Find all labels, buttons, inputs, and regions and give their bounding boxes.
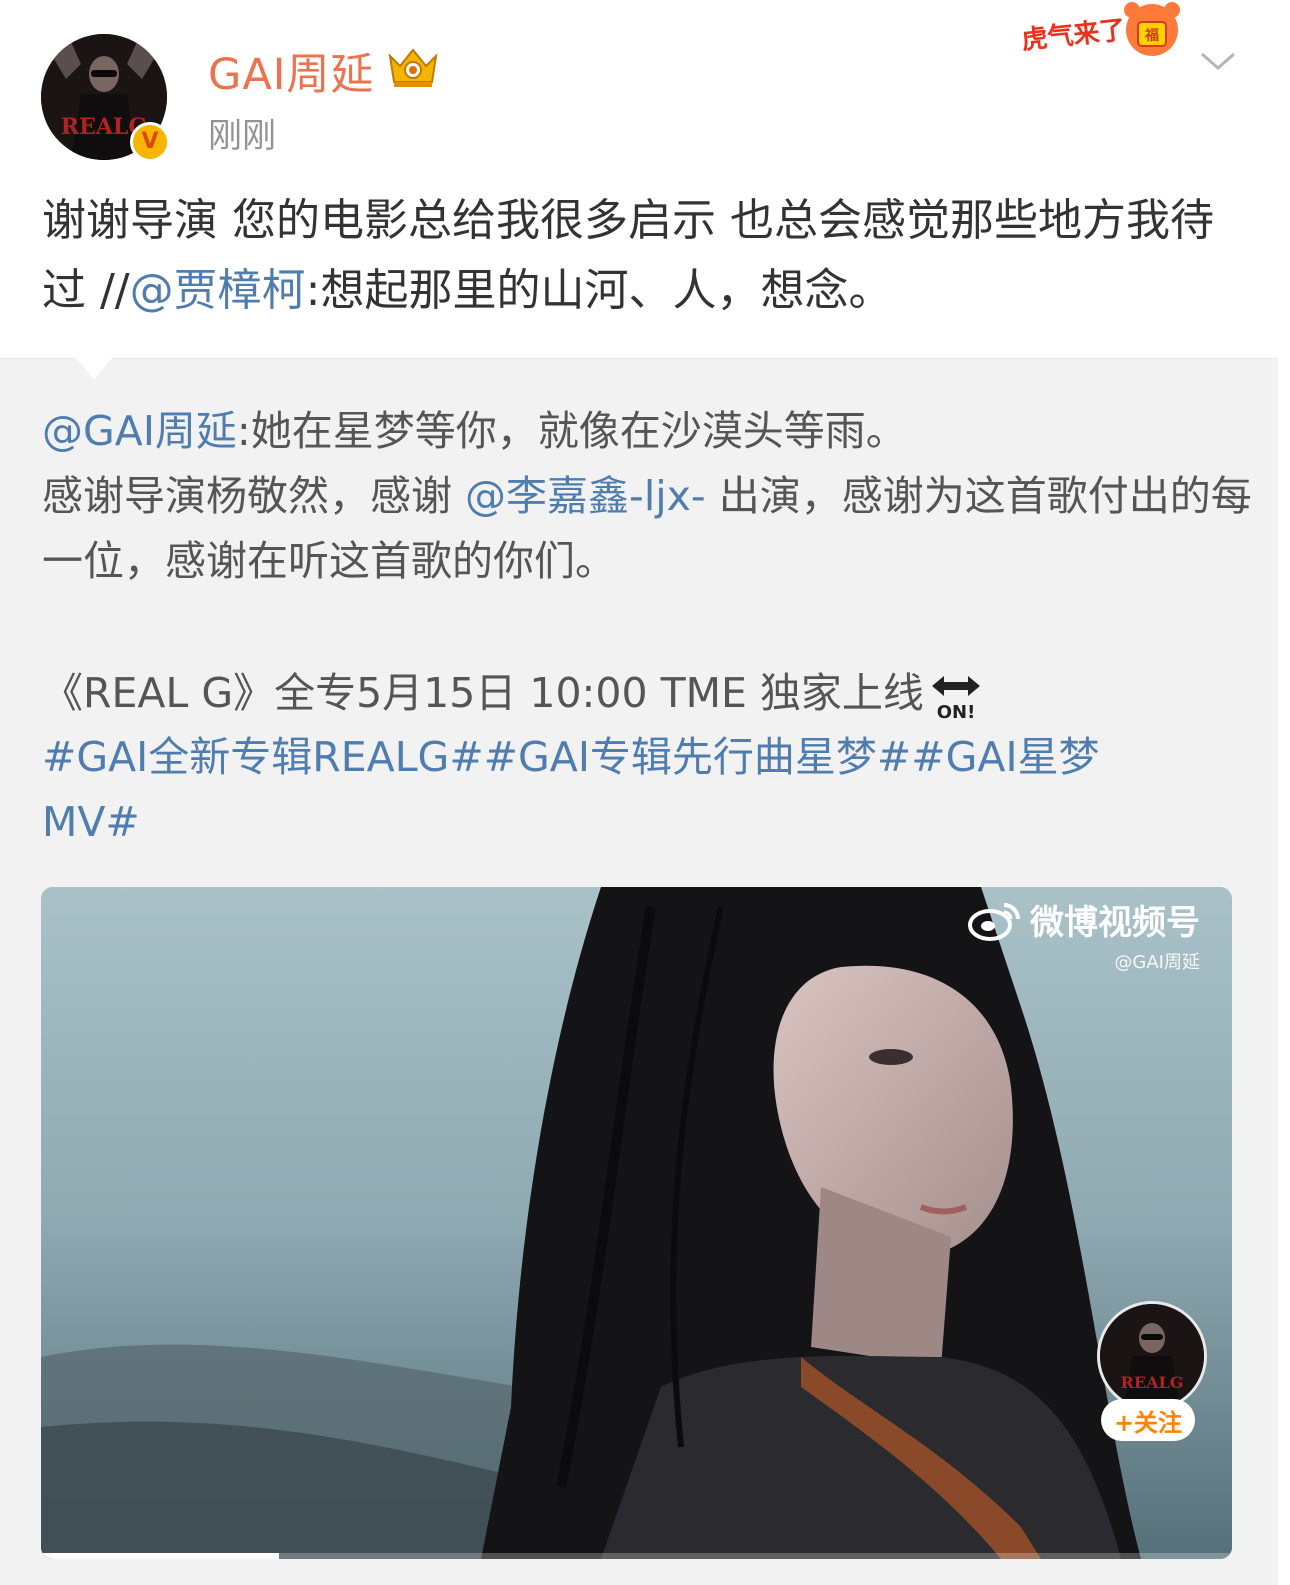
repost-author-link[interactable]: @GAI周延	[42, 407, 237, 455]
hashtag-link[interactable]: #GAI全新专辑REALG#	[42, 733, 484, 781]
on-text: ON!	[937, 702, 976, 722]
tiger-badge-text: 虎气来了	[1020, 14, 1127, 56]
post-body: 谢谢导演 您的电影总给我很多启示 也总会感觉那些地方我待过 //@贾樟柯:想起那…	[42, 186, 1252, 326]
on-arrow-icon: ON!	[931, 676, 980, 722]
verified-glyph: V	[141, 129, 159, 154]
author-name[interactable]: GAI周延	[208, 40, 374, 102]
svg-text:福: 福	[1144, 27, 1159, 44]
watermark-title: 微博视频号	[1030, 903, 1200, 943]
album-release-line: 《REAL G》全专5月15日 10:00 TME 独家上线 ON!	[42, 659, 984, 722]
chevron-down-icon[interactable]	[1198, 44, 1238, 76]
follow-button[interactable]: +关注	[1101, 1399, 1195, 1441]
watermark-handle: @GAI周延	[1114, 952, 1200, 973]
mention-link[interactable]: @贾樟柯	[130, 265, 306, 316]
post-timestamp: 刚刚	[208, 116, 276, 156]
repost-line2-text: 感谢导演杨敬然，感谢	[42, 472, 466, 520]
actor-mention-link[interactable]: @李嘉鑫-ljx-	[465, 472, 706, 520]
video-watermark: 微博视频号 @GAI周延	[966, 895, 1200, 974]
repost-notch	[76, 358, 112, 380]
video-progress-fill	[41, 1553, 280, 1559]
video-frame	[41, 887, 1232, 1559]
repost-body: @GAI周延:她在星梦等你，就像在沙漠头等雨。感谢导演杨敬然，感谢 @李嘉鑫-l…	[42, 399, 1252, 594]
album-release-text: 《REAL G》全专5月15日 10:00 TME 独家上线	[42, 669, 924, 717]
weibo-logo-icon	[968, 902, 1020, 941]
repost-card[interactable]: @GAI周延:她在星梦等你，就像在沙漠头等雨。 感谢导演杨敬然，感谢 @李嘉鑫-l…	[0, 358, 1278, 1585]
crown-icon	[388, 48, 438, 87]
tiger-badge-icon[interactable]: 虎气来了 福	[1020, 0, 1190, 64]
repost-line1: :她在星梦等你，就像在沙漠头等雨。	[236, 407, 907, 455]
hashtag-list: #GAI全新专辑REALG##GAI专辑先行曲星梦##GAI星梦MV#	[42, 725, 1182, 855]
video-player[interactable]: 微博视频号 @GAI周延 REALG +关注	[41, 887, 1232, 1559]
creator-avatar-text: REALG	[1121, 1373, 1184, 1392]
verified-icon: V	[130, 122, 170, 162]
creator-avatar[interactable]: REALG	[1097, 1301, 1207, 1411]
post-body-text-2: :想起那里的山河、人，想念。	[305, 265, 893, 316]
post-header: REALG V GAI周延 刚刚 虎气来了 福	[0, 0, 1290, 170]
hashtag-link[interactable]: #GAI专辑先行曲星梦#	[484, 733, 912, 781]
video-progress-track[interactable]	[41, 1553, 1232, 1559]
